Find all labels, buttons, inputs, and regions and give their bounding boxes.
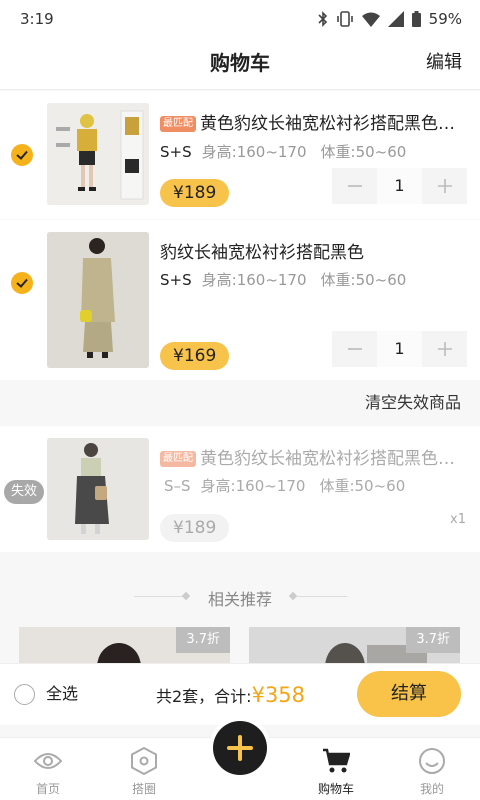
recommend-card[interactable]: 3.7折 [249,627,460,667]
item-spec: S+S 身高:160~170 体重:50~60 [160,141,406,162]
item-spec: S–S 身高:160~170 体重:50~60 [164,475,405,496]
bluetooth-icon [318,11,327,27]
invalid-quantity: x1 [450,512,466,527]
status-bar: 3:19 59% [0,0,480,38]
product-image[interactable] [47,438,149,540]
weight-range: 50~60 [355,271,407,289]
item-size: S+S [160,143,192,161]
match-tag: 最匹配 [160,451,196,467]
page-title: 购物车 [210,51,270,75]
wifi-icon [361,12,380,27]
status-time: 3:19 [20,10,54,28]
tab-outfits[interactable]: 搭圈 [96,738,192,800]
decrement-button[interactable] [332,331,377,367]
cart-icon [321,746,351,776]
minus-icon [347,348,362,350]
item-title[interactable]: 豹纹长袖宽松衬衫搭配黑色 [160,238,468,263]
tab-label: 首页 [35,782,60,796]
quantity-stepper: 1 [332,168,467,204]
match-tag: 最匹配 [160,116,196,132]
item-title-text: 豹纹长袖宽松衬衫搭配黑色 [160,243,364,263]
height-range: 160~170 [236,143,307,161]
clear-invalid-row: 清空失效商品 [0,381,480,425]
cart-item[interactable]: 最匹配 黄色豹纹长袖宽松衬衫搭配黑色… S+S 身高:160~170 体重:50~60… [0,91,480,219]
checkout-button[interactable]: 结算 [357,671,461,717]
battery-percent: 59% [428,10,462,28]
add-outfit-button[interactable] [213,721,267,775]
tab-cart[interactable]: 购物车 [288,738,384,800]
tab-label: 我的 [419,782,444,796]
tab-home[interactable]: 首页 [0,738,96,800]
height-range: 160~170 [236,271,307,289]
order-summary: 共2套，合计:¥358 [156,680,305,712]
height-label: 身高: [201,271,237,289]
quantity-stepper: 1 [332,331,467,367]
plus-icon [227,735,253,761]
tab-label: 购物车 [317,782,354,796]
eye-icon [33,746,63,776]
hexagon-icon [129,746,159,776]
item-title-text: 黄色豹纹长袖宽松衬衫搭配黑色… [200,114,455,134]
select-all-radio[interactable] [14,684,35,705]
signal-icon [387,11,404,27]
height-range: 160~170 [235,477,306,495]
minus-icon [347,185,362,187]
discount-badge: 3.7折 [406,627,460,653]
increment-button[interactable] [422,168,467,204]
status-icons: 59% [318,10,462,28]
item-title[interactable]: 最匹配 黄色豹纹长袖宽松衬衫搭配黑色… [160,444,468,469]
item-checkbox[interactable] [11,144,33,166]
select-all-label[interactable]: 全选 [46,681,78,707]
total-price: ¥358 [251,683,306,707]
item-title[interactable]: 最匹配 黄色豹纹长袖宽松衬衫搭配黑色… [160,109,468,134]
discount-badge: 3.7折 [176,627,230,653]
quantity-value[interactable]: 1 [377,168,422,204]
tab-label: 搭圈 [131,782,156,796]
quantity-value[interactable]: 1 [377,331,422,367]
item-title-text: 黄色豹纹长袖宽松衬衫搭配黑色… [200,449,455,469]
tab-profile[interactable]: 我的 [384,738,480,800]
recommend-card[interactable]: 3.7折 [19,627,230,667]
clear-invalid-button[interactable]: 清空失效商品 [365,381,461,425]
item-checkbox[interactable] [11,272,33,294]
cart-item[interactable]: 豹纹长袖宽松衬衫搭配黑色 S+S 身高:160~170 体重:50~60 ¥169 … [0,220,480,380]
summary-prefix: 共2套，合计: [156,687,252,706]
item-spec: S+S 身高:160~170 体重:50~60 [160,269,406,290]
smiley-icon [417,746,447,776]
checkout-bar: 全选 共2套，合计:¥358 结算 [0,663,480,725]
price-badge: ¥189 [160,179,230,207]
weight-label: 体重: [319,477,355,495]
price-badge: ¥169 [160,342,230,370]
price-badge: ¥189 [160,514,230,542]
plus-icon [437,342,452,356]
vibrate-icon [336,11,353,27]
weight-range: 50~60 [355,143,407,161]
height-label: 身高: [200,477,236,495]
invalid-badge: 失效 [4,480,45,504]
check-icon [16,150,28,160]
weight-label: 体重: [320,271,356,289]
invalid-cart-item[interactable]: 失效 最匹配 黄色豹纹长袖宽松衬衫搭配黑色… S–S 身高:160~170 体重:50… [0,426,480,552]
weight-range: 50~60 [354,477,406,495]
product-image[interactable] [47,232,149,368]
edit-button[interactable]: 编辑 [426,38,462,90]
height-label: 身高: [201,143,237,161]
check-icon [16,278,28,288]
decrement-button[interactable] [332,168,377,204]
product-image[interactable] [47,103,149,205]
nav-bar: 购物车 编辑 [0,38,480,90]
increment-button[interactable] [422,331,467,367]
divider-line [297,596,347,597]
item-size: S+S [160,271,192,289]
plus-icon [437,179,452,193]
item-size: S–S [164,477,191,495]
recommend-title: 相关推荐 [207,590,272,609]
weight-label: 体重: [320,143,356,161]
battery-icon [411,11,421,27]
